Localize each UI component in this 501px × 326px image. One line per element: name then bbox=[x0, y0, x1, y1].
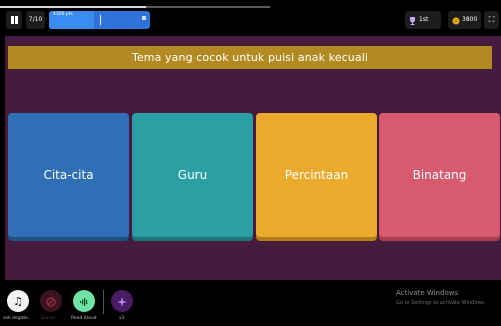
pause-button[interactable] bbox=[6, 11, 22, 29]
read-aloud-button[interactable] bbox=[73, 290, 95, 312]
answer-option-2[interactable]: Guru bbox=[132, 113, 253, 237]
timer-marker bbox=[100, 15, 101, 25]
answer-option-label: Binatang bbox=[412, 168, 467, 182]
quiz-progress-fill bbox=[0, 6, 146, 8]
fullscreen-icon: ⛶ bbox=[488, 15, 495, 24]
power-up-label: ask degate.. bbox=[3, 316, 31, 321]
answer-option-3[interactable]: Percintaan bbox=[256, 113, 377, 237]
timer-end-icon bbox=[142, 16, 146, 20]
trophy-icon bbox=[409, 15, 416, 33]
eraser-power-up-button[interactable] bbox=[40, 290, 62, 312]
power-up-button[interactable] bbox=[111, 290, 133, 312]
answer-option-4[interactable]: Binatang bbox=[379, 113, 500, 237]
answer-option-label: Percintaan bbox=[284, 168, 349, 182]
quiz-progress-bar bbox=[0, 6, 270, 8]
answer-option-1[interactable]: Cita-cita bbox=[8, 113, 129, 237]
answer-option-label: Cita-cita bbox=[43, 168, 94, 182]
activate-windows-title: Activate Windows bbox=[396, 289, 459, 297]
pause-icon bbox=[11, 16, 14, 24]
rank-label: 1st bbox=[419, 16, 429, 23]
power-up-label: x1 bbox=[119, 316, 125, 321]
read-aloud-icon bbox=[79, 292, 89, 311]
power-up-icon bbox=[117, 292, 127, 311]
question-text: Tema yang cocok untuk puisi anak kecuali bbox=[131, 51, 369, 64]
power-up-bar: ♫ ask degate.. Eraser Read Aloud x1 Acti… bbox=[0, 280, 501, 326]
coin-label: 3800 bbox=[462, 16, 478, 23]
fullscreen-button[interactable]: ⛶ bbox=[484, 11, 499, 29]
eraser-icon bbox=[46, 292, 56, 311]
answer-option-label: Guru bbox=[177, 168, 208, 182]
coin-icon bbox=[452, 15, 460, 33]
power-up-label: Eraser bbox=[41, 316, 56, 321]
question-counter: 7/10 bbox=[26, 11, 45, 29]
coin-balance: 3800 bbox=[448, 11, 481, 29]
power-up-label: Read Aloud bbox=[71, 316, 97, 321]
power-up-divider bbox=[103, 290, 104, 314]
music-power-up-button[interactable]: ♫ bbox=[7, 290, 29, 312]
question-banner: Tema yang cocok untuk puisi anak kecuali bbox=[8, 46, 492, 69]
activate-windows-subtitle: Go to Settings to activate Windows. bbox=[396, 300, 486, 306]
music-note-icon: ♫ bbox=[13, 294, 23, 308]
timer-bar: 4300 pts bbox=[49, 11, 150, 29]
pause-icon-bar bbox=[15, 16, 18, 24]
timer-points-text: 4300 pts bbox=[53, 12, 73, 17]
top-bar: 7/10 4300 pts 1st 3800 ⛶ bbox=[0, 0, 501, 36]
rank-badge: 1st bbox=[405, 11, 441, 29]
